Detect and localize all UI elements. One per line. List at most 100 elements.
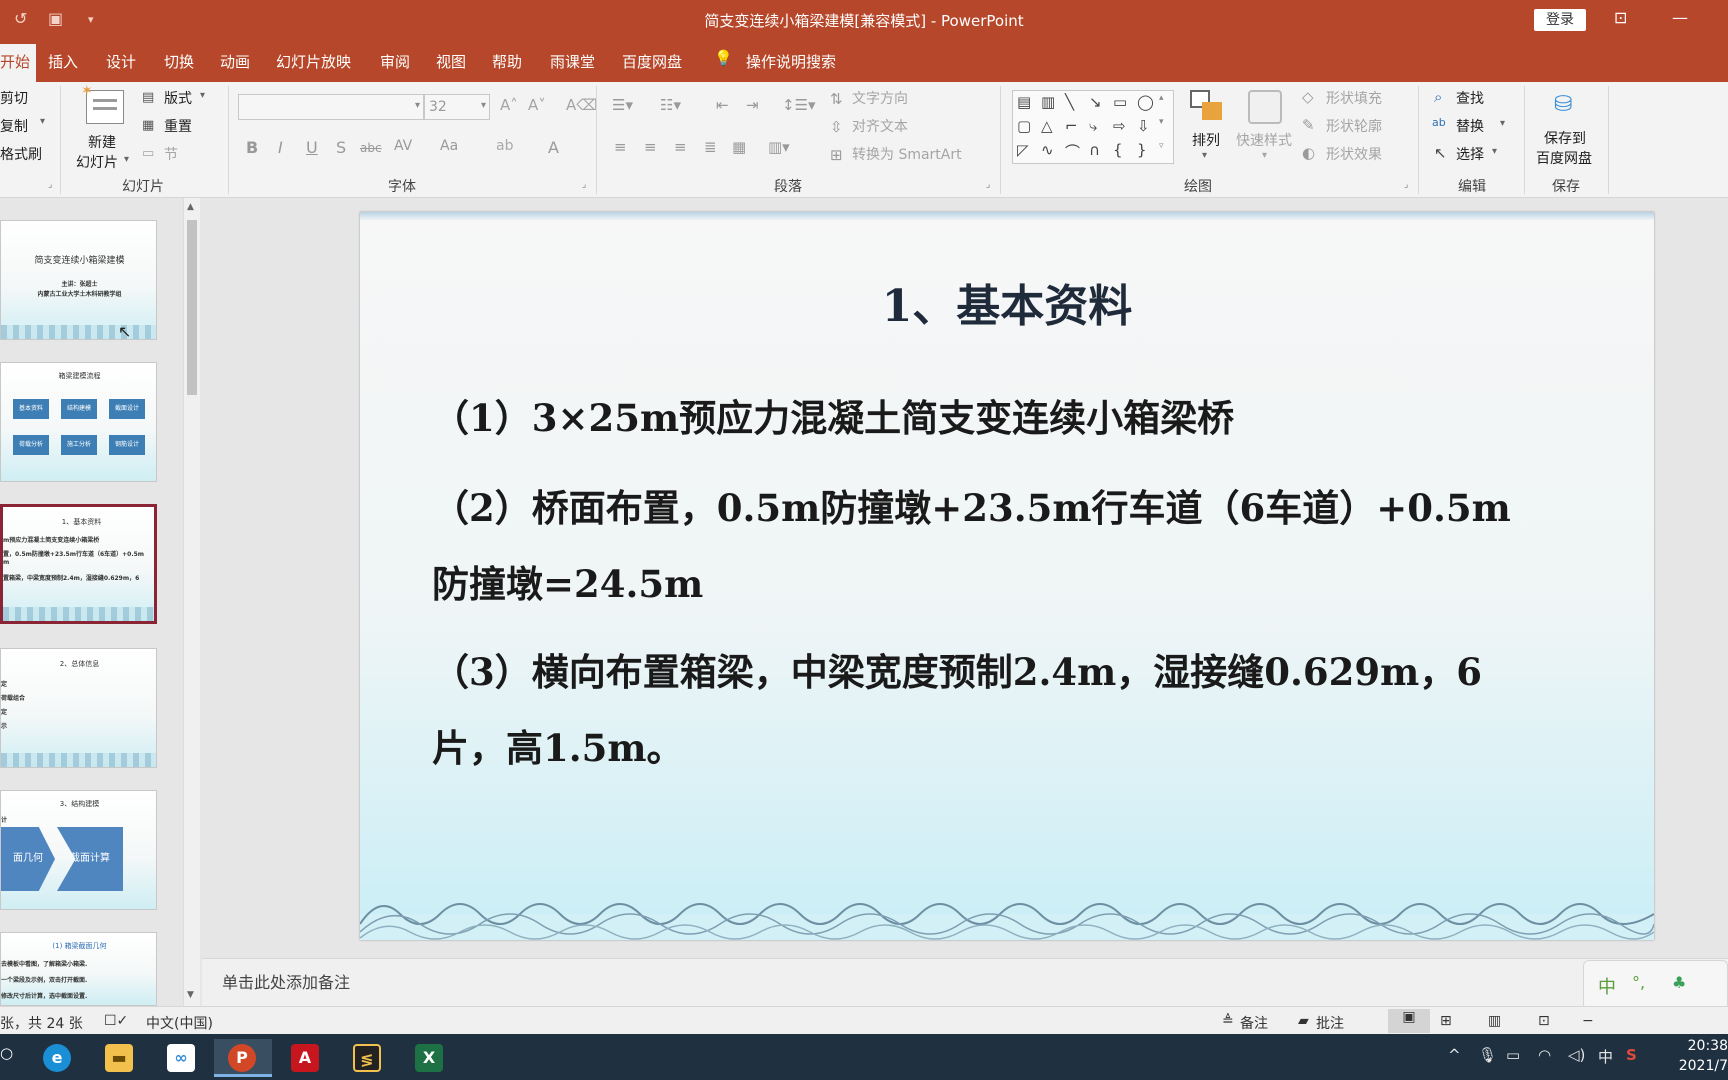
slide-thumbnail[interactable]: 2、总体信息 定 荷载组合 定 示 <box>0 648 157 768</box>
strikethrough-button[interactable]: abc <box>360 141 382 155</box>
slideshow-view-icon[interactable]: ⊡ <box>1538 1013 1550 1029</box>
tab-review[interactable]: 审阅 <box>380 51 410 72</box>
slide-body-line[interactable]: （3）横向布置箱梁，中梁宽度预制2.4m，湿接缝0.629m，6 <box>432 642 1592 696</box>
taskbar-app-powerpoint[interactable]: P <box>214 1039 272 1077</box>
down-arrow-shape-icon[interactable]: ⇩ <box>1137 117 1150 135</box>
slide-thumbnail[interactable]: 箱梁建模流程 基本资料 结构建模 截面设计 荷载分析 施工分析 钢筋设计 <box>0 362 157 482</box>
thumbnails-scrollbar[interactable]: ▲ ▼ <box>183 198 200 1006</box>
taskbar-app-excel[interactable]: X <box>406 1039 452 1077</box>
tab-view[interactable]: 视图 <box>436 51 466 72</box>
font-size-combo[interactable]: 32 ▾ <box>424 94 490 120</box>
dialog-launcher-icon[interactable]: ⌟ <box>986 180 990 190</box>
font-name-combo[interactable]: ▾ <box>238 94 424 120</box>
align-left-icon[interactable]: ≡ <box>614 138 627 156</box>
minimize-icon[interactable]: — <box>1672 8 1688 27</box>
taskbar-app-other[interactable]: ≶ <box>344 1039 390 1077</box>
taskbar-app-autocad[interactable]: A <box>282 1039 328 1077</box>
section-button[interactable]: 节 <box>164 144 178 164</box>
tab-help[interactable]: 帮助 <box>492 51 522 72</box>
chevron-down-icon[interactable]: ▾ <box>1500 118 1505 129</box>
shadow-button[interactable]: S <box>336 138 346 157</box>
chevron-down-icon[interactable]: ▾ <box>1492 146 1497 157</box>
language-indicator[interactable]: 中文(中国) <box>146 1013 213 1033</box>
wifi-icon[interactable]: ◠ <box>1538 1046 1551 1064</box>
gallery-up-icon[interactable]: ▴ <box>1159 93 1164 103</box>
line-shape-icon[interactable]: ╲ <box>1065 93 1074 111</box>
taskbar-app-baidu[interactable]: ∞ <box>158 1039 204 1077</box>
tab-insert[interactable]: 插入 <box>48 51 78 72</box>
search-icon[interactable]: ○ <box>0 1044 13 1062</box>
skin-icon[interactable]: ♣ <box>1672 973 1686 992</box>
distributed-icon[interactable]: ▦ <box>732 138 746 156</box>
login-button[interactable]: 登录 <box>1534 9 1586 31</box>
shrink-font-icon[interactable]: A˅ <box>528 96 546 114</box>
increase-indent-icon[interactable]: ⇥ <box>746 96 759 114</box>
right-arrow-shape-icon[interactable]: ⇨ <box>1113 117 1126 135</box>
line-spacing-icon[interactable]: ↕☰▾ <box>782 96 816 114</box>
tab-baidu-netdisk[interactable]: 百度网盘 <box>622 51 682 72</box>
scroll-up-icon[interactable]: ▲ <box>187 202 194 212</box>
slide-body-line[interactable]: 片，高1.5m。 <box>432 718 1592 772</box>
dialog-launcher-icon[interactable]: ⌟ <box>582 180 586 190</box>
highlight-icon[interactable]: ab <box>496 138 513 154</box>
taskbar-app-explorer[interactable]: ▬ <box>96 1039 142 1077</box>
scroll-thumb[interactable] <box>187 220 197 395</box>
new-slide-label-2[interactable]: 幻灯片 <box>76 152 118 172</box>
decrease-indent-icon[interactable]: ⇤ <box>716 96 729 114</box>
scribble-shape-icon[interactable]: ∿ <box>1041 141 1054 159</box>
input-method-indicator[interactable]: 中 <box>1598 1046 1613 1067</box>
left-brace-shape-icon[interactable]: { <box>1113 141 1123 159</box>
sogou-ime-icon[interactable]: S <box>1626 1046 1637 1064</box>
chevron-down-icon[interactable]: ▾ <box>124 154 129 165</box>
ime-toolbar[interactable]: 中 °, ♣ <box>1583 960 1728 1010</box>
slide-thumbnail-selected[interactable]: 1、基本资料 m预应力混凝土简支变连续小箱梁桥 置，0.5m防撞墩+23.5m行… <box>0 504 157 624</box>
slide-canvas[interactable]: 1、基本资料 （1）3×25m预应力混凝土简支变连续小箱梁桥 （2）桥面布置，0… <box>360 212 1654 940</box>
baidu-netdisk-icon[interactable]: ⛁ <box>1554 92 1572 117</box>
bullets-icon[interactable]: ☰▾ <box>612 96 633 114</box>
reading-view-icon[interactable]: ▥ <box>1488 1013 1501 1029</box>
slide-thumbnail[interactable]: 简支变连续小箱梁建模 主讲：张超士 内蒙古工业大学土木科研教学组 <box>0 220 157 340</box>
system-clock[interactable]: 20:38 2021/7 <box>1676 1036 1728 1076</box>
arrange-icon[interactable] <box>1190 90 1224 124</box>
shape-effects-button[interactable]: 形状效果 <box>1326 144 1382 164</box>
ribbon-display-options-icon[interactable]: ⊡ <box>1614 8 1627 27</box>
chevron-down-icon[interactable]: ▾ <box>200 90 205 101</box>
punctuation-icon[interactable]: °, <box>1632 973 1645 992</box>
clear-formatting-icon[interactable]: A⌫ <box>566 96 597 114</box>
ime-mode-indicator[interactable]: 中 <box>1598 973 1616 999</box>
tab-transitions[interactable]: 切换 <box>164 51 194 72</box>
taskbar-app-edge[interactable]: e <box>34 1039 80 1077</box>
gallery-down-icon[interactable]: ▾ <box>1159 117 1164 127</box>
slide-body-line[interactable]: 防撞墩=24.5m <box>432 554 1592 608</box>
character-spacing-button[interactable]: AV <box>394 138 412 154</box>
zoom-out-icon[interactable]: − <box>1582 1013 1594 1029</box>
shapes-gallery[interactable]: ▤ ▥ ╲ ↘ ▭ ◯ ▢ △ ⌐ ⤷ ⇨ ⇩ ◸ ∿ ⌒ ∩ { } ▴ ▾ … <box>1012 90 1174 164</box>
scroll-down-icon[interactable]: ▼ <box>187 990 194 1000</box>
text-direction-button[interactable]: 文字方向 <box>852 88 908 108</box>
shape-outline-button[interactable]: 形状轮廓 <box>1326 116 1382 136</box>
convert-smartart-button[interactable]: 转换为 SmartArt <box>852 144 962 164</box>
chevron-down-icon[interactable]: ▾ <box>40 116 45 127</box>
tell-me-search[interactable]: 操作说明搜索 <box>746 51 836 72</box>
new-slide-label[interactable]: 新建 <box>88 132 116 152</box>
chevron-down-icon[interactable]: ▾ <box>1202 150 1207 161</box>
select-button[interactable]: 选择 <box>1456 144 1484 164</box>
find-button[interactable]: 查找 <box>1456 88 1484 108</box>
cut-button[interactable]: 剪切 <box>0 88 28 108</box>
dialog-launcher-icon[interactable]: ⌟ <box>48 180 52 190</box>
vertical-textbox-shape-icon[interactable]: ▥ <box>1041 93 1055 111</box>
grow-font-icon[interactable]: A˄ <box>500 96 518 114</box>
tab-animations[interactable]: 动画 <box>220 51 250 72</box>
new-slide-icon[interactable]: ✶ <box>81 83 124 124</box>
replace-button[interactable]: 替换 <box>1456 116 1484 136</box>
curve-shape-icon[interactable]: ∩ <box>1089 141 1100 159</box>
normal-view-icon[interactable]: ▣ <box>1388 1009 1430 1033</box>
freeform-shape-icon[interactable]: ◸ <box>1017 141 1029 159</box>
shape-fill-button[interactable]: 形状填充 <box>1326 88 1382 108</box>
notes-toggle-button[interactable]: 备注 <box>1240 1013 1268 1033</box>
align-right-icon[interactable]: ≡ <box>674 138 687 156</box>
underline-button[interactable]: U <box>306 138 318 157</box>
show-hidden-icons-icon[interactable]: ^ <box>1448 1046 1461 1064</box>
rectangle-shape-icon[interactable]: ▭ <box>1113 93 1127 111</box>
notes-pane[interactable]: 单击此处添加备注 <box>202 958 1728 1006</box>
